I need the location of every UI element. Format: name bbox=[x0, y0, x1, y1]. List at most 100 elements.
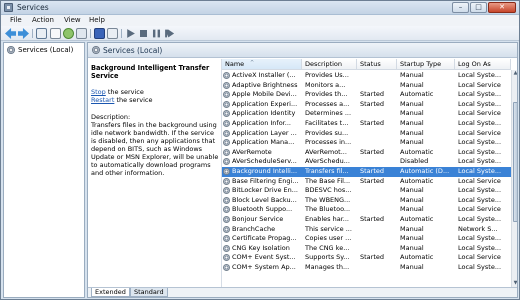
window-title: Services bbox=[17, 3, 49, 12]
refresh-icon[interactable] bbox=[63, 28, 74, 39]
column-header-startup-type[interactable]: Startup Type bbox=[397, 59, 455, 70]
title-bar[interactable]: Services – □ ✕ bbox=[1, 1, 519, 15]
tab-extended[interactable]: Extended bbox=[91, 288, 130, 297]
scroll-up-icon[interactable]: ▲ bbox=[512, 70, 517, 77]
service-name: AVerRemote bbox=[232, 147, 272, 156]
stop-service-icon[interactable] bbox=[139, 29, 148, 38]
minimize-button[interactable]: – bbox=[452, 2, 469, 13]
service-gear-icon bbox=[223, 196, 230, 204]
description-text: Transfers files in the background using … bbox=[91, 121, 219, 177]
start-service-icon[interactable] bbox=[127, 29, 135, 38]
services-window: Services – □ ✕ File Action View Help Ser… bbox=[0, 0, 520, 300]
toolbar-separator bbox=[90, 29, 91, 38]
scrollbar-thumb[interactable] bbox=[513, 102, 517, 222]
menu-action[interactable]: Action bbox=[32, 16, 54, 24]
menu-file[interactable]: File bbox=[10, 16, 22, 24]
service-row[interactable]: Bonjour Service Enables har... Started Auto… bbox=[222, 215, 511, 225]
help-icon[interactable] bbox=[94, 28, 105, 39]
toolbar-separator bbox=[121, 29, 122, 38]
service-description: AVerRemot... bbox=[305, 147, 347, 156]
stop-service-line: Stop the service bbox=[91, 88, 144, 96]
service-row[interactable]: Base Filtering Engi... The Base Fil... Sta… bbox=[222, 177, 511, 187]
maximize-button[interactable]: □ bbox=[470, 2, 487, 13]
service-row[interactable]: Application Layer ... Provides su... Manua… bbox=[222, 129, 511, 139]
stop-service-link[interactable]: Stop bbox=[91, 88, 106, 96]
column-header-description[interactable]: Description bbox=[302, 59, 357, 70]
service-description: Manages th... bbox=[305, 263, 350, 271]
service-description: The WBENG... bbox=[305, 195, 351, 204]
service-gear-icon bbox=[223, 235, 230, 243]
service-row[interactable]: Block Level Backu... The WBENG... Manual Lo… bbox=[222, 196, 511, 206]
service-row[interactable]: COM+ System Ap... Manages th... Manual Loca… bbox=[222, 263, 511, 273]
properties-icon[interactable] bbox=[50, 28, 61, 39]
services-gear-icon bbox=[7, 45, 15, 54]
action-pane-icon[interactable] bbox=[107, 28, 118, 39]
service-log-on-as: Local Service bbox=[458, 80, 501, 89]
service-status: Started bbox=[360, 167, 385, 175]
service-description: Transfers fil... bbox=[305, 167, 349, 175]
service-startup-type: Manual bbox=[400, 109, 424, 118]
service-row-selected[interactable]: Background Intelli... Transfers fil... Sta… bbox=[222, 167, 511, 177]
service-name: Application Layer ... bbox=[232, 128, 297, 137]
service-name: Certificate Propag... bbox=[232, 234, 297, 243]
column-header-status[interactable]: Status bbox=[357, 59, 397, 70]
service-name: Adaptive Brightness bbox=[232, 80, 298, 89]
service-row[interactable]: BitLocker Drive En... BDESVC hos... Manual… bbox=[222, 186, 511, 196]
service-row[interactable]: CNG Key Isolation The CNG ke... Manual Loca… bbox=[222, 244, 511, 254]
service-row[interactable]: COM+ Event Syst... Supports Sy... Started A… bbox=[222, 253, 511, 263]
service-log-on-as: Local Service bbox=[458, 128, 501, 137]
services-list: ^ Name Description Status Startup Type L… bbox=[221, 59, 517, 287]
service-row[interactable]: Application Experi... Processes a... Start… bbox=[222, 100, 511, 110]
console-tree: Services (Local) bbox=[3, 42, 85, 298]
service-startup-type: Manual bbox=[400, 234, 424, 243]
service-status bbox=[360, 186, 398, 196]
service-name: Application Identity bbox=[232, 109, 296, 118]
service-startup-type: Manual bbox=[400, 119, 424, 127]
service-name: Bluetooth Suppo... bbox=[232, 205, 293, 214]
service-status: Started bbox=[360, 215, 385, 223]
restart-service-link[interactable]: Restart bbox=[91, 96, 114, 104]
service-row[interactable]: BranchCache This service ... Manual Network… bbox=[222, 225, 511, 235]
close-button[interactable]: ✕ bbox=[488, 2, 516, 13]
menu-help[interactable]: Help bbox=[89, 16, 105, 24]
tree-item-services-local[interactable]: Services (Local) bbox=[7, 45, 73, 54]
scroll-down-icon[interactable]: ▼ bbox=[512, 280, 517, 287]
service-description: The Base Fil... bbox=[305, 176, 351, 185]
service-description: Supports Sy... bbox=[305, 253, 350, 262]
export-list-icon[interactable] bbox=[76, 28, 87, 39]
service-description: Enables har... bbox=[305, 215, 349, 223]
service-status: Started bbox=[360, 119, 385, 127]
pause-service-icon[interactable] bbox=[152, 29, 161, 38]
service-row[interactable]: Application Identity Determines ... Manual… bbox=[222, 109, 511, 119]
vertical-scrollbar[interactable]: ▲ ▼ bbox=[511, 70, 517, 287]
forward-icon[interactable] bbox=[18, 28, 29, 39]
service-name: COM+ Event Syst... bbox=[232, 253, 296, 262]
service-name: Application Experi... bbox=[232, 99, 298, 108]
service-row[interactable]: AVerRemote AVerRemot... Started Automatic Lo… bbox=[222, 148, 511, 158]
service-startup-type: Manual bbox=[400, 195, 424, 204]
service-row[interactable]: AVerScheduleServ... AVerSchedu... Disabled… bbox=[222, 157, 511, 167]
service-row[interactable]: Certificate Propag... Copies user ... Manu… bbox=[222, 234, 511, 244]
restart-service-icon[interactable] bbox=[165, 29, 175, 38]
service-row[interactable]: Adaptive Brightness Monitors a... Manual Lo… bbox=[222, 81, 511, 91]
service-name: AVerScheduleServ... bbox=[232, 157, 297, 166]
toolbar-separator bbox=[32, 29, 33, 38]
service-gear-icon bbox=[223, 129, 230, 137]
service-startup-type: Manual bbox=[400, 71, 424, 79]
service-row[interactable]: Apple Mobile Devi... Provides th... Starte… bbox=[222, 90, 511, 100]
sort-ascending-icon: ^ bbox=[250, 60, 255, 66]
service-row[interactable]: ActiveX Installer (... Provides Us... Manu… bbox=[222, 71, 511, 81]
show-hide-console-tree-icon[interactable] bbox=[36, 28, 47, 39]
service-row[interactable]: Application Infor... Facilitates t... Star… bbox=[222, 119, 511, 129]
service-row[interactable]: Application Mana... Processes in... Manual… bbox=[222, 138, 511, 148]
service-log-on-as: Local Syste... bbox=[458, 138, 502, 147]
service-status bbox=[360, 71, 398, 81]
back-icon[interactable] bbox=[5, 28, 16, 39]
pane-title: Services (Local) bbox=[103, 46, 163, 55]
column-header-name[interactable]: ^ Name bbox=[222, 59, 302, 70]
menu-view[interactable]: View bbox=[64, 16, 81, 24]
tab-standard[interactable]: Standard bbox=[130, 288, 168, 297]
service-row[interactable]: Bluetooth Suppo... The Bluetoo... Manual Lo… bbox=[222, 205, 511, 215]
service-status bbox=[360, 205, 398, 215]
column-header-log-on-as[interactable]: Log On As bbox=[455, 59, 511, 70]
